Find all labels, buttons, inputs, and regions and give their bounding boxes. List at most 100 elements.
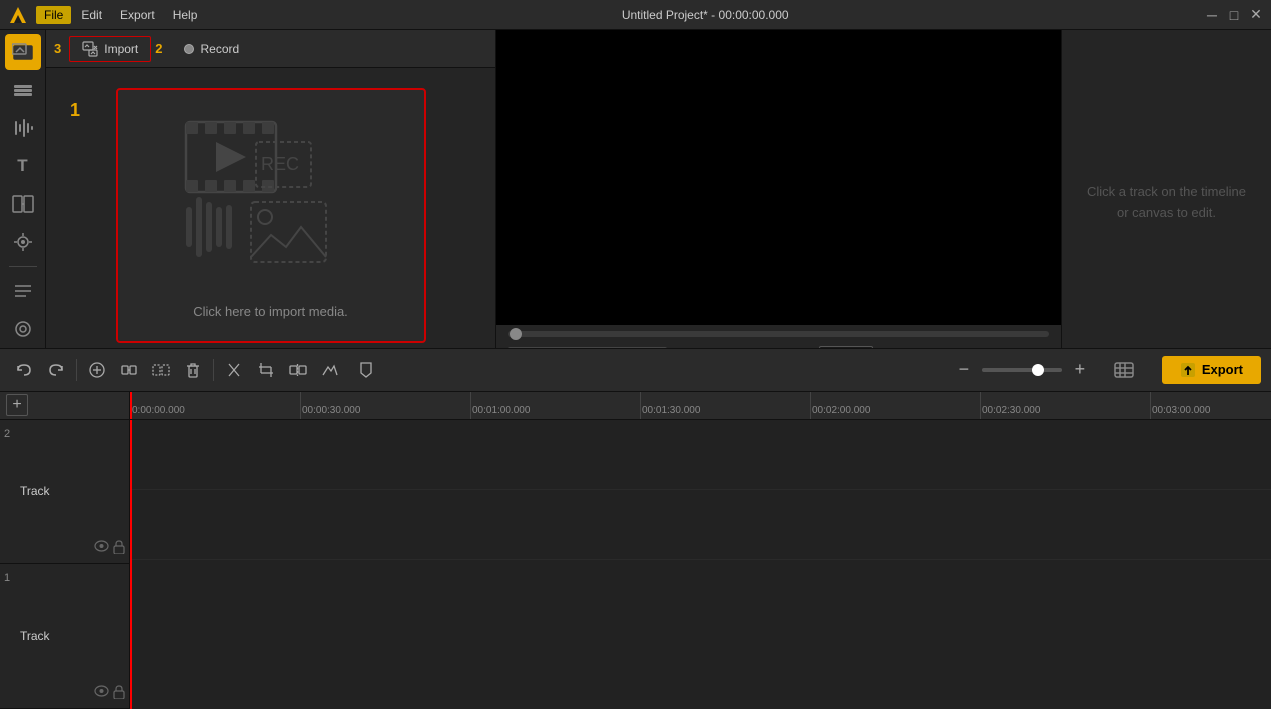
menu-export[interactable]: Export	[112, 6, 163, 24]
timeline-area: + 2 Track	[0, 392, 1271, 709]
sidebar-item-effects[interactable]	[5, 224, 41, 260]
import-tab[interactable]: Import	[69, 36, 151, 62]
cut-button[interactable]	[220, 356, 248, 384]
zoom-slider[interactable]	[982, 368, 1062, 372]
sidebar-item-media[interactable]	[5, 34, 41, 70]
track-header-top: +	[0, 392, 129, 420]
toolbar-separator-2	[213, 359, 214, 381]
add-track-button[interactable]: +	[6, 394, 28, 416]
properties-hint: Click a track on the timeline or canvas …	[1062, 162, 1271, 244]
media-tabs: 3 Import 2 Record	[46, 30, 495, 68]
minimize-button[interactable]: ─	[1205, 8, 1219, 22]
preview-props-area: 00 : 00 : 00 . 000 ⏮ ▶ ⏭ ■ Full 1/2 1/4	[496, 30, 1271, 348]
import-large-icon: REC	[181, 112, 361, 292]
close-button[interactable]: ✕	[1249, 8, 1263, 22]
window-controls: ─ □ ✕	[1205, 8, 1263, 22]
sidebar-item-transitions[interactable]	[5, 186, 41, 222]
preview-progress-thumb	[510, 328, 522, 340]
export-button[interactable]: Export	[1162, 356, 1261, 384]
import-placeholder: Click here to import media.	[193, 304, 348, 319]
stabilize-icon	[1113, 359, 1135, 381]
menu-edit[interactable]: Edit	[73, 6, 110, 24]
cut-icon	[225, 361, 243, 379]
app-logo-icon	[8, 5, 28, 25]
track-label-1: 1 Track	[0, 564, 129, 709]
main-layout: T	[0, 30, 1271, 348]
detach-audio-button[interactable]	[83, 356, 111, 384]
toolbar-separator-1	[76, 359, 77, 381]
group-button[interactable]	[115, 356, 143, 384]
redo-icon	[47, 361, 65, 379]
media-panel: 3 Import 2 Record	[46, 30, 496, 348]
split-icon	[289, 361, 307, 379]
crop-icon	[257, 361, 275, 379]
speed-button[interactable]	[316, 356, 344, 384]
sidebar-item-mark[interactable]	[5, 311, 41, 347]
properties-panel: Click a track on the timeline or canvas …	[1061, 30, 1271, 348]
timeline-ruler[interactable]: 0:00:00.000 00:00:30.000 00:01:00.000 00…	[130, 392, 1271, 420]
track-num-2: 2	[4, 428, 10, 440]
redo-button[interactable]	[42, 356, 70, 384]
speed-icon	[321, 361, 339, 379]
menu-help[interactable]: Help	[165, 6, 206, 24]
preview-panel: 00 : 00 : 00 . 000 ⏮ ▶ ⏭ ■ Full 1/2 1/4	[496, 30, 1061, 348]
preview-progress-bar[interactable]	[508, 331, 1049, 337]
sidebar-item-audio[interactable]	[5, 110, 41, 146]
track-label-2: 2 Track	[0, 420, 129, 565]
undo-button[interactable]	[10, 356, 38, 384]
split-button[interactable]	[284, 356, 312, 384]
tracks-playhead	[130, 420, 132, 709]
ruler-mark-6: 00:03:00.000	[1152, 405, 1210, 416]
ruler-mark-5: 00:02:30.000	[982, 405, 1040, 416]
sidebar: T	[0, 30, 46, 348]
record-label: Record	[200, 42, 239, 56]
track-row-2[interactable]	[130, 420, 1271, 490]
sidebar-item-stickers[interactable]	[5, 273, 41, 309]
delete-button[interactable]	[179, 356, 207, 384]
title-bar-left: File Edit Export Help	[8, 5, 205, 25]
export-label: Export	[1202, 362, 1243, 377]
track-eye-icon-1[interactable]	[94, 685, 109, 702]
record-tab[interactable]: Record	[170, 38, 253, 60]
svg-text:REC: REC	[261, 154, 299, 174]
track-eye-icon-2[interactable]	[94, 540, 109, 557]
preview-props-row: 00 : 00 : 00 . 000 ⏮ ▶ ⏭ ■ Full 1/2 1/4	[496, 30, 1271, 348]
badge-3: 3	[54, 41, 61, 56]
track-icons-2	[94, 540, 125, 557]
timeline-tracks-content	[130, 420, 1271, 709]
window-title: Untitled Project* - 00:00:00.000	[622, 8, 789, 22]
sidebar-item-layers[interactable]	[5, 72, 41, 108]
content-area: 3 Import 2 Record	[46, 30, 1271, 348]
import-icon	[82, 41, 98, 57]
preview-canvas	[496, 30, 1061, 325]
stabilize-button[interactable]	[1110, 356, 1138, 384]
track-row-1[interactable]	[130, 490, 1271, 560]
detach-audio-icon	[88, 361, 106, 379]
track-lock-icon-2[interactable]	[113, 540, 125, 557]
ungroup-button[interactable]	[147, 356, 175, 384]
menu-file[interactable]: File	[36, 6, 71, 24]
track-icons-1	[94, 685, 125, 702]
zoom-in-button[interactable]: +	[1066, 356, 1094, 384]
timeline-content: 0:00:00.000 00:00:30.000 00:01:00.000 00…	[130, 392, 1271, 709]
ruler-mark-4: 00:02:00.000	[812, 405, 870, 416]
maximize-button[interactable]: □	[1227, 8, 1241, 22]
title-bar: File Edit Export Help Untitled Project* …	[0, 0, 1271, 30]
marker-button[interactable]	[352, 356, 380, 384]
delete-icon	[184, 361, 202, 379]
ruler-mark-3: 00:01:30.000	[642, 405, 700, 416]
track-lock-icon-1[interactable]	[113, 685, 125, 702]
sidebar-item-text[interactable]: T	[5, 148, 41, 184]
import-area: 1	[46, 68, 495, 348]
ruler-mark-2: 00:01:00.000	[472, 405, 530, 416]
ruler-mark-0: 0:00:00.000	[132, 405, 185, 416]
ruler-playhead	[130, 392, 132, 419]
zoom-control: − +	[950, 356, 1094, 384]
track-name-2: Track	[20, 484, 50, 498]
import-label: Import	[104, 42, 138, 56]
badge-2: 2	[155, 41, 162, 56]
crop-button[interactable]	[252, 356, 280, 384]
ruler-mark-1: 00:00:30.000	[302, 405, 360, 416]
import-media-box[interactable]: REC Click here to import media.	[116, 88, 426, 343]
zoom-out-button[interactable]: −	[950, 356, 978, 384]
